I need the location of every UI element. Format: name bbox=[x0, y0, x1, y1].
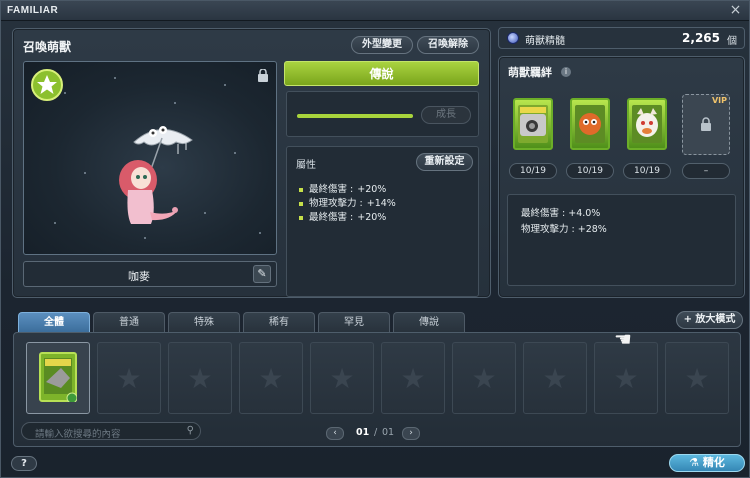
star-deco bbox=[234, 152, 236, 154]
hand-cursor-icon: ☚ bbox=[614, 327, 632, 351]
familiar-stage bbox=[23, 61, 277, 255]
essence-amount: 2,265 bbox=[682, 31, 720, 45]
summon-heading: 召喚萌獸 bbox=[23, 40, 72, 54]
empty-star-icon: ★ bbox=[684, 362, 710, 395]
star-deco bbox=[64, 92, 66, 94]
refine-button[interactable]: ⚗ 精化 bbox=[669, 454, 745, 472]
prev-page-button[interactable]: ‹ bbox=[326, 427, 344, 440]
bond-card-2[interactable] bbox=[570, 98, 610, 150]
rename-pencil-icon[interactable]: ✎ bbox=[253, 265, 271, 283]
bond-card-3[interactable] bbox=[627, 98, 667, 150]
inventory-slot[interactable]: ★ bbox=[594, 342, 658, 414]
familiar-character-image bbox=[119, 126, 193, 224]
inventory-slot[interactable]: ★ bbox=[310, 342, 374, 414]
familiar-name: 咖麥 bbox=[128, 270, 150, 283]
grade-label: 傳說 bbox=[284, 61, 479, 86]
inventory-slot[interactable]: ★ bbox=[452, 342, 516, 414]
attribute-item: 最終傷害 : +20% bbox=[297, 183, 396, 197]
essence-label: 萌獸精髓 bbox=[525, 36, 565, 47]
inventory-slot[interactable]: ★ bbox=[239, 342, 303, 414]
essence-icon bbox=[507, 32, 519, 44]
current-page: 01 bbox=[356, 427, 370, 438]
search-placeholder: 請輸入欲搜尋的內容 bbox=[35, 429, 121, 440]
bond-bonus-line: 物理攻擊力 : +28% bbox=[521, 224, 607, 235]
tab-normal[interactable]: 普通 bbox=[93, 312, 165, 332]
star-deco bbox=[174, 102, 176, 104]
lock-icon[interactable] bbox=[257, 69, 269, 82]
familiar-card-art bbox=[518, 105, 548, 143]
bond-card-1[interactable] bbox=[513, 98, 553, 150]
vip-bond-slot[interactable]: VIP bbox=[682, 94, 730, 155]
refine-label: 精化 bbox=[702, 456, 725, 469]
familiar-card-art bbox=[575, 105, 605, 143]
essence-bar: 萌獸精髓 2,265 個 bbox=[498, 27, 745, 49]
vip-tag: VIP bbox=[711, 96, 727, 105]
star-deco bbox=[224, 84, 226, 86]
star-deco bbox=[84, 172, 86, 174]
attribute-item: 物理攻擊力 : +14% bbox=[297, 197, 396, 211]
attributes-heading: 屬性 bbox=[296, 160, 316, 171]
inventory-slot[interactable]: ★ bbox=[97, 342, 161, 414]
bond-bonus-line: 最終傷害 : +4.0% bbox=[521, 208, 601, 219]
empty-star-icon: ★ bbox=[258, 362, 284, 395]
familiar-card-icon bbox=[39, 352, 77, 402]
tab-epic[interactable]: 罕見 bbox=[318, 312, 390, 332]
bond-count-3: 10/19 bbox=[623, 163, 671, 179]
star-deco bbox=[114, 77, 116, 79]
familiar-card-art bbox=[632, 105, 662, 143]
empty-star-icon: ★ bbox=[613, 362, 639, 395]
essence-unit: 個 bbox=[727, 36, 737, 47]
growth-progress-fill bbox=[297, 114, 413, 118]
inventory-slot[interactable]: ★ bbox=[381, 342, 445, 414]
growth-progress-bar bbox=[297, 114, 413, 118]
attributes-box: 屬性 重新設定 最終傷害 : +20% 物理攻擊力 : +14% 最終傷害 : +20… bbox=[286, 146, 479, 297]
attribute-item: 最終傷害 : +20% bbox=[297, 211, 396, 225]
empty-star-icon: ★ bbox=[471, 362, 497, 395]
grade-star-icon bbox=[31, 69, 63, 101]
tab-special[interactable]: 特殊 bbox=[168, 312, 240, 332]
bond-count-1: 10/19 bbox=[509, 163, 557, 179]
inventory-slot[interactable]: ★ bbox=[665, 342, 729, 414]
bond-count-4: – bbox=[682, 163, 730, 179]
tab-all[interactable]: 全體 bbox=[18, 312, 90, 332]
empty-star-icon: ★ bbox=[187, 362, 213, 395]
bond-heading: 萌獸羈絆 bbox=[508, 66, 552, 79]
empty-star-icon: ★ bbox=[116, 362, 142, 395]
flask-icon: ⚗ bbox=[689, 456, 700, 469]
inventory-slot[interactable]: ★ bbox=[523, 342, 587, 414]
empty-star-icon: ★ bbox=[542, 362, 568, 395]
next-page-button[interactable]: › bbox=[402, 427, 420, 440]
inventory-slot[interactable]: ★ bbox=[168, 342, 232, 414]
familiar-name-bar: 咖麥 ✎ bbox=[23, 261, 277, 287]
attribute-list: 最終傷害 : +20% 物理攻擊力 : +14% 最終傷害 : +20% bbox=[297, 183, 396, 225]
info-icon[interactable]: i bbox=[561, 67, 571, 77]
familiar-window: FAMILIAR × 召喚萌獸 外型變更 召喚解除 咖麥 ✎ 傳說 成長 屬性 … bbox=[0, 0, 750, 478]
total-pages: 01 bbox=[382, 427, 395, 438]
pager: ‹ 01 / 01 › bbox=[326, 427, 426, 441]
page-separator: / bbox=[374, 427, 378, 438]
empty-star-icon: ★ bbox=[400, 362, 426, 395]
inventory-slot[interactable] bbox=[26, 342, 90, 414]
tab-legendary[interactable]: 傳說 bbox=[393, 312, 465, 332]
bond-bonus-box: 最終傷害 : +4.0% 物理攻擊力 : +28% bbox=[507, 194, 736, 286]
skin-change-button[interactable]: 外型變更 bbox=[351, 36, 413, 54]
search-icon[interactable]: ⚲ bbox=[187, 425, 194, 436]
star-deco bbox=[259, 232, 261, 234]
close-icon[interactable]: × bbox=[728, 3, 743, 18]
reset-attributes-button[interactable]: 重新設定 bbox=[416, 153, 473, 171]
bond-count-2: 10/19 bbox=[566, 163, 614, 179]
dismiss-button[interactable]: 召喚解除 bbox=[417, 36, 479, 54]
star-deco bbox=[144, 237, 146, 239]
growth-button[interactable]: 成長 bbox=[421, 106, 471, 124]
window-title: FAMILIAR bbox=[7, 5, 59, 16]
growth-box: 成長 bbox=[286, 91, 479, 137]
star-deco bbox=[54, 222, 56, 224]
empty-star-icon: ★ bbox=[329, 362, 355, 395]
expand-mode-button[interactable]: + 放大模式 bbox=[676, 311, 743, 329]
search-input[interactable]: 請輸入欲搜尋的內容 ⚲ bbox=[21, 422, 201, 440]
lock-icon bbox=[701, 117, 711, 131]
help-button[interactable]: ? bbox=[11, 456, 37, 471]
tab-rare[interactable]: 稀有 bbox=[243, 312, 315, 332]
title-bar[interactable]: FAMILIAR × bbox=[1, 1, 749, 21]
